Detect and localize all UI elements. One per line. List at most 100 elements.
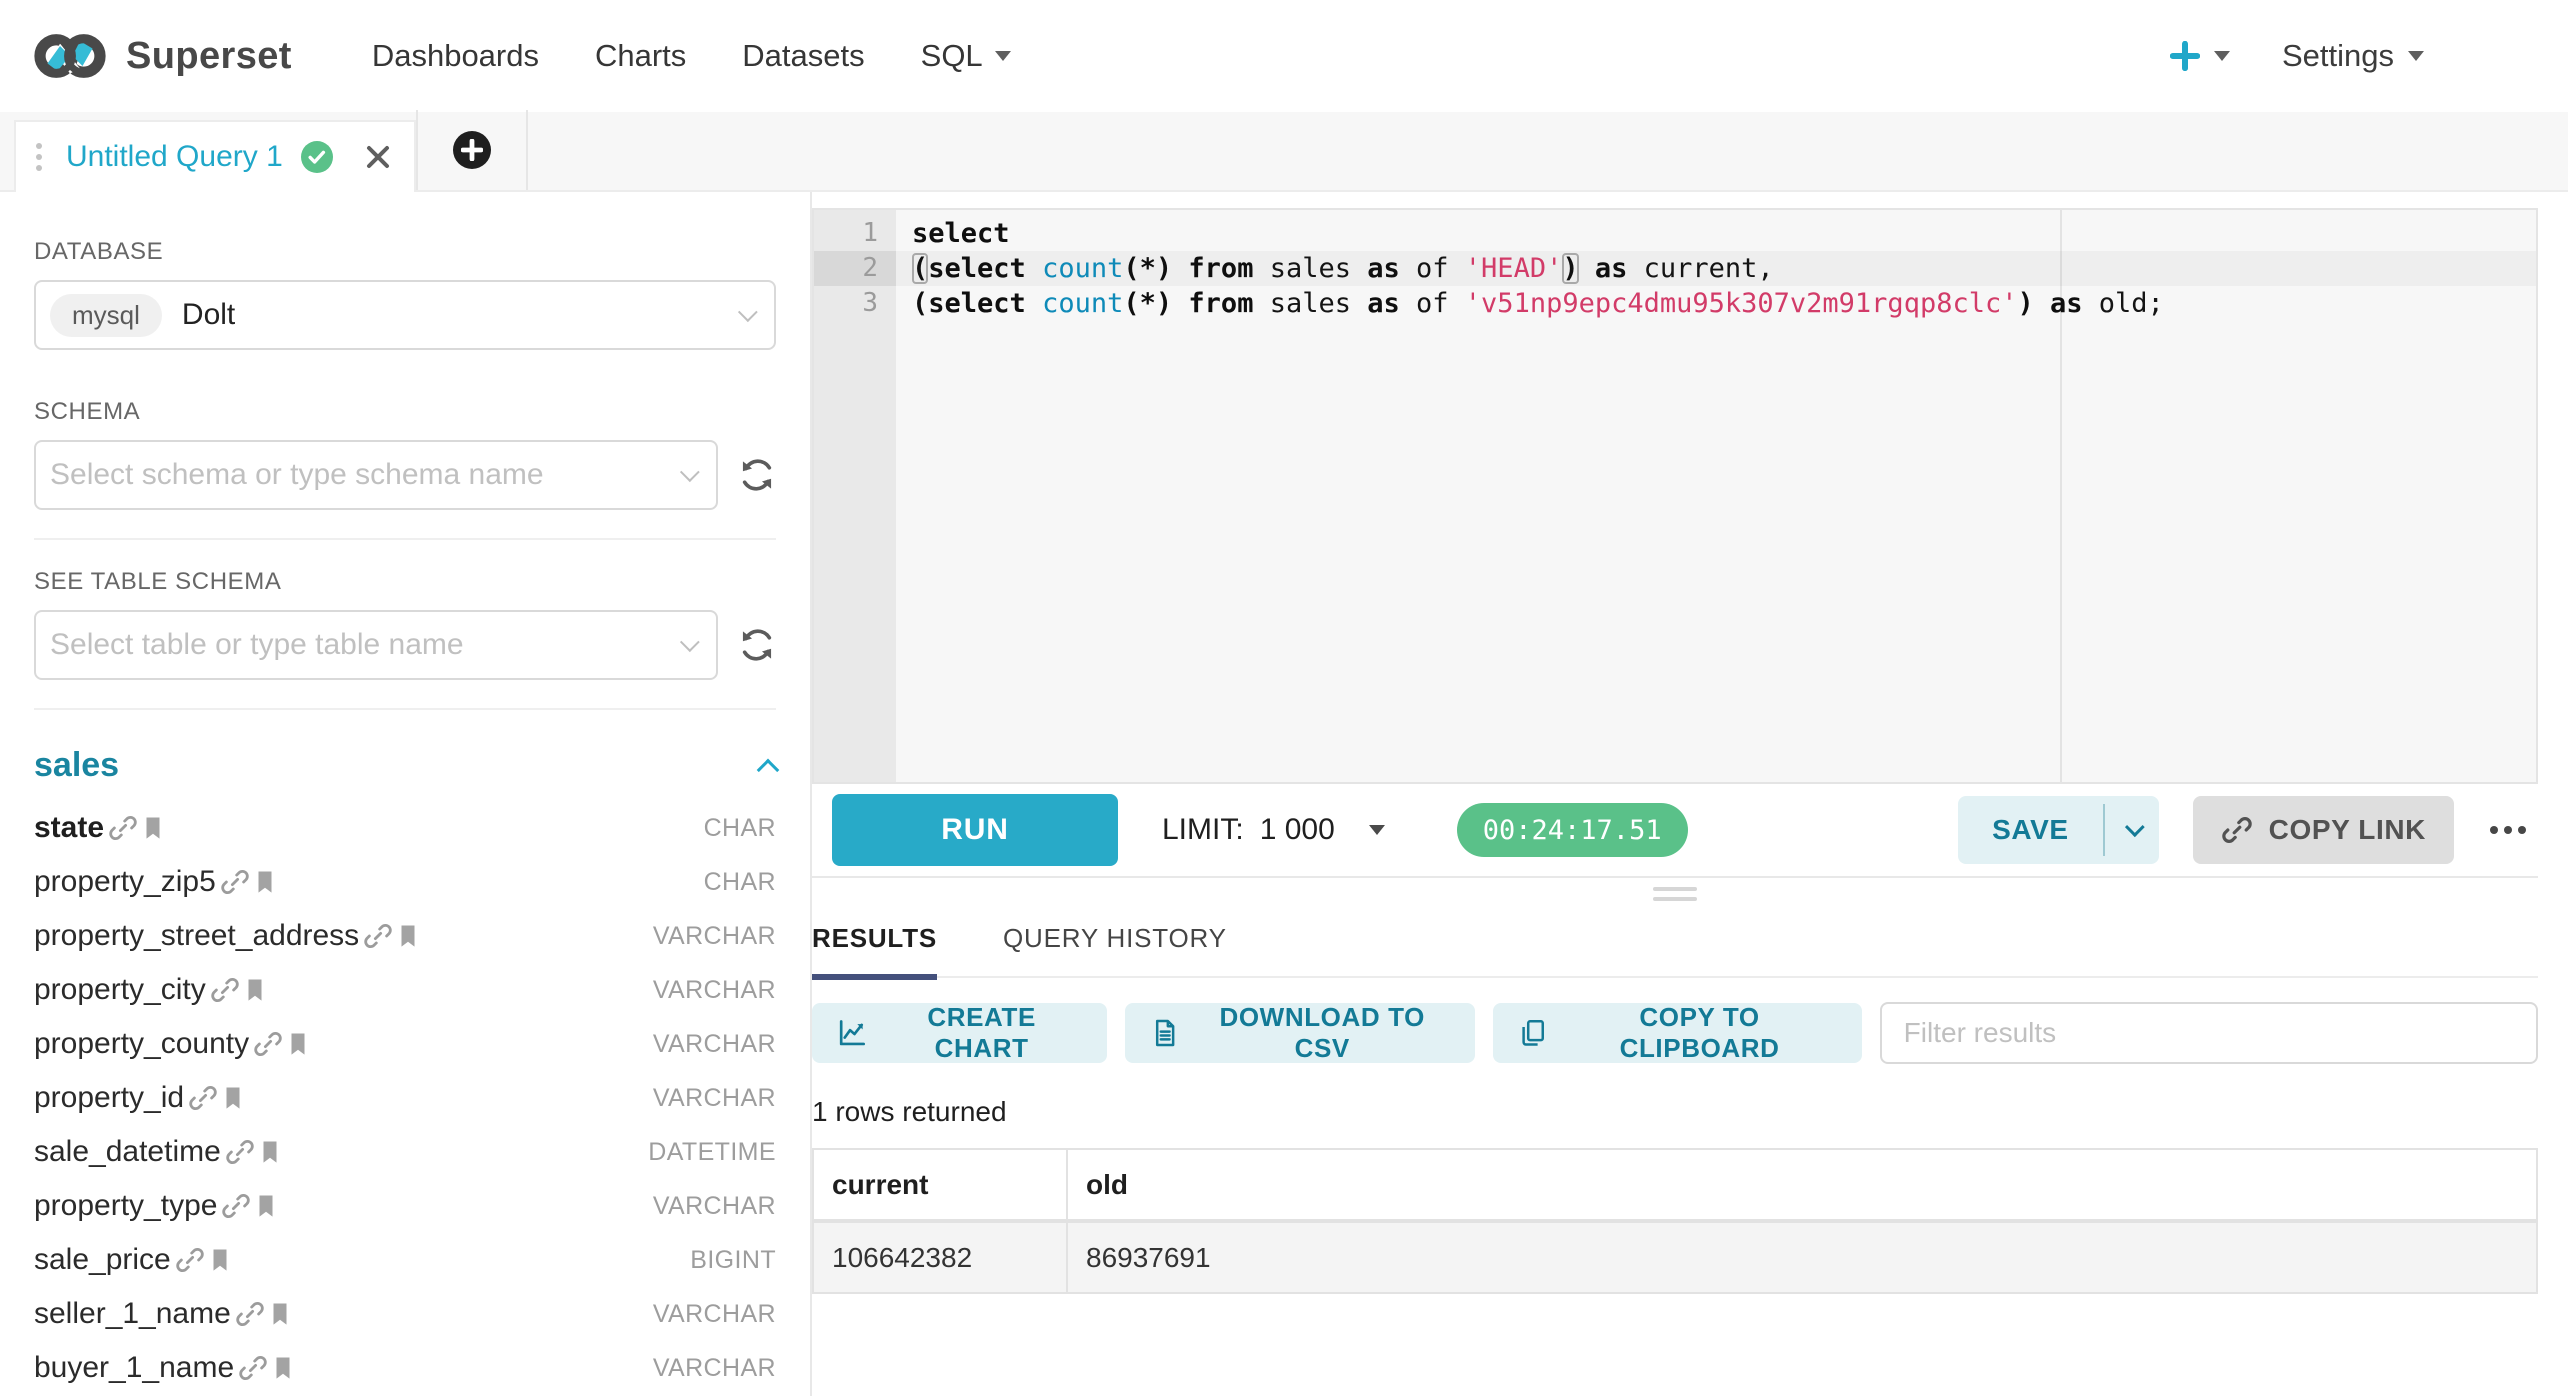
column-icons xyxy=(188,1083,246,1113)
save-button[interactable]: SAVE xyxy=(1958,796,2103,864)
key-link-icon xyxy=(238,1353,268,1383)
column-type: VARCHAR xyxy=(653,1084,776,1113)
more-actions-icon[interactable] xyxy=(2486,814,2530,846)
south-pane-tabs: RESULTS QUERY HISTORY xyxy=(812,910,2538,978)
refresh-schemas-icon[interactable] xyxy=(738,456,776,494)
column-icons xyxy=(221,1191,279,1221)
nav-dashboards[interactable]: Dashboards xyxy=(344,38,567,74)
code-line[interactable]: 2(select count(*) from sales as of 'HEAD… xyxy=(814,251,2536,286)
download-csv-button[interactable]: DOWNLOAD TO CSV xyxy=(1125,1003,1475,1063)
schema-label: SCHEMA xyxy=(34,398,776,426)
column-name: property_type xyxy=(34,1189,217,1223)
table-select[interactable]: Select table or type table name xyxy=(34,610,718,680)
editor-code[interactable]: 1select2(select count(*) from sales as o… xyxy=(814,210,2536,321)
table-column-row[interactable]: seller_1_name VARCHAR xyxy=(34,1287,776,1341)
table-column-row[interactable]: property_zip5 CHAR xyxy=(34,855,776,909)
bookmark-icon xyxy=(395,923,421,949)
nav-sql[interactable]: SQL xyxy=(893,38,1039,74)
chevron-up-icon[interactable] xyxy=(757,759,780,782)
table-column-row[interactable]: sale_datetime DATETIME xyxy=(34,1125,776,1179)
new-item-button[interactable] xyxy=(2170,41,2230,71)
limit-label: LIMIT: xyxy=(1162,813,1244,847)
column-name: property_street_address xyxy=(34,919,359,953)
tab-query-history[interactable]: QUERY HISTORY xyxy=(1003,923,1227,976)
column-type: VARCHAR xyxy=(653,1354,776,1383)
add-tab-button[interactable] xyxy=(453,131,491,169)
chevron-down-icon xyxy=(995,51,1011,61)
table-column-row[interactable]: buyer_1_name VARCHAR xyxy=(34,1341,776,1395)
table-column-row[interactable]: state CHAR xyxy=(34,801,776,855)
table-column-row[interactable]: property_type VARCHAR xyxy=(34,1179,776,1233)
save-split-button[interactable]: SAVE xyxy=(1958,796,2159,864)
table-column-row[interactable]: property_city VARCHAR xyxy=(34,963,776,1017)
column-list: state CHAR property_zip5 CHAR xyxy=(34,801,776,1396)
column-icons xyxy=(210,975,268,1005)
column-icons xyxy=(225,1137,283,1167)
close-tab-icon[interactable] xyxy=(366,145,390,169)
copy-link-button[interactable]: COPY LINK xyxy=(2193,796,2454,864)
refresh-tables-icon[interactable] xyxy=(738,626,776,664)
clipboard-icon xyxy=(1519,1018,1547,1048)
bookmark-icon xyxy=(270,1355,296,1381)
nav-charts[interactable]: Charts xyxy=(567,38,714,74)
key-link-icon xyxy=(220,867,250,897)
tab-menu-icon[interactable] xyxy=(36,143,42,171)
settings-menu[interactable]: Settings xyxy=(2282,38,2424,74)
key-link-icon xyxy=(235,1299,265,1329)
table-column-row[interactable]: property_county VARCHAR xyxy=(34,1017,776,1071)
column-name: property_city xyxy=(34,973,206,1007)
key-link-icon xyxy=(210,975,240,1005)
query-tab-active[interactable]: Untitled Query 1 xyxy=(14,120,416,192)
code-line[interactable]: 1select xyxy=(814,216,2536,251)
result-column-header[interactable]: current xyxy=(813,1149,1067,1221)
tab-results[interactable]: RESULTS xyxy=(812,923,937,976)
create-chart-button[interactable]: CREATE CHART xyxy=(812,1003,1107,1063)
column-icons xyxy=(220,867,278,897)
query-success-icon xyxy=(301,141,333,173)
column-icons xyxy=(108,813,166,843)
sql-lab-right-panel: 1select2(select count(*) from sales as o… xyxy=(812,192,2568,1396)
column-name: state xyxy=(34,811,104,845)
editor-toolbar: RUN LIMIT: 1 000 00:24:17.51 SAVE xyxy=(812,784,2538,878)
table-name: sales xyxy=(34,746,119,785)
chevron-down-icon xyxy=(1369,825,1385,835)
table-schema-header[interactable]: sales xyxy=(34,746,776,785)
column-icons xyxy=(253,1029,311,1059)
chevron-down-icon xyxy=(2408,51,2424,61)
sql-lab-app: Superset Dashboards Charts Datasets SQL … xyxy=(0,0,2568,1396)
line-number: 1 xyxy=(814,216,896,251)
plus-icon xyxy=(461,139,483,161)
run-button[interactable]: RUN xyxy=(832,794,1118,866)
code-line[interactable]: 3(select count(*) from sales as of 'v51n… xyxy=(814,286,2536,321)
column-icons xyxy=(235,1299,293,1329)
bookmark-icon xyxy=(257,1139,283,1165)
table-column-row[interactable]: sale_price BIGINT xyxy=(34,1233,776,1287)
column-name: seller_1_name xyxy=(34,1297,231,1331)
key-link-icon xyxy=(188,1083,218,1113)
sql-lab-left-panel: DATABASE mysql Dolt SCHEMA Select schema… xyxy=(0,192,812,1396)
limit-dropdown[interactable]: LIMIT: 1 000 xyxy=(1162,813,1385,847)
results-header-row: currentold xyxy=(813,1149,2537,1221)
database-label: DATABASE xyxy=(34,238,776,266)
column-type: VARCHAR xyxy=(653,922,776,951)
result-column-header[interactable]: old xyxy=(1067,1149,2537,1221)
table-column-row[interactable]: property_id VARCHAR xyxy=(34,1071,776,1125)
superset-logo[interactable]: Superset xyxy=(30,30,292,82)
filter-results-input[interactable] xyxy=(1880,1002,2538,1064)
pane-resize-handle[interactable] xyxy=(1653,887,1697,901)
top-navbar: Superset Dashboards Charts Datasets SQL … xyxy=(0,0,2568,112)
new-tab-cell xyxy=(416,110,528,190)
column-type: DATETIME xyxy=(648,1138,776,1167)
column-name: sale_datetime xyxy=(34,1135,221,1169)
nav-links: Dashboards Charts Datasets SQL xyxy=(344,38,1039,74)
schema-select[interactable]: Select schema or type schema name xyxy=(34,440,718,510)
nav-datasets[interactable]: Datasets xyxy=(714,38,892,74)
copy-clipboard-button[interactable]: COPY TO CLIPBOARD xyxy=(1493,1003,1862,1063)
save-dropdown-button[interactable] xyxy=(2105,796,2159,864)
column-name: property_zip5 xyxy=(34,865,216,899)
database-select[interactable]: mysql Dolt xyxy=(34,280,776,350)
table-column-row[interactable]: property_street_address VARCHAR xyxy=(34,909,776,963)
bookmark-icon xyxy=(252,869,278,895)
chevron-down-icon xyxy=(2214,51,2230,61)
sql-editor[interactable]: 1select2(select count(*) from sales as o… xyxy=(812,208,2538,784)
